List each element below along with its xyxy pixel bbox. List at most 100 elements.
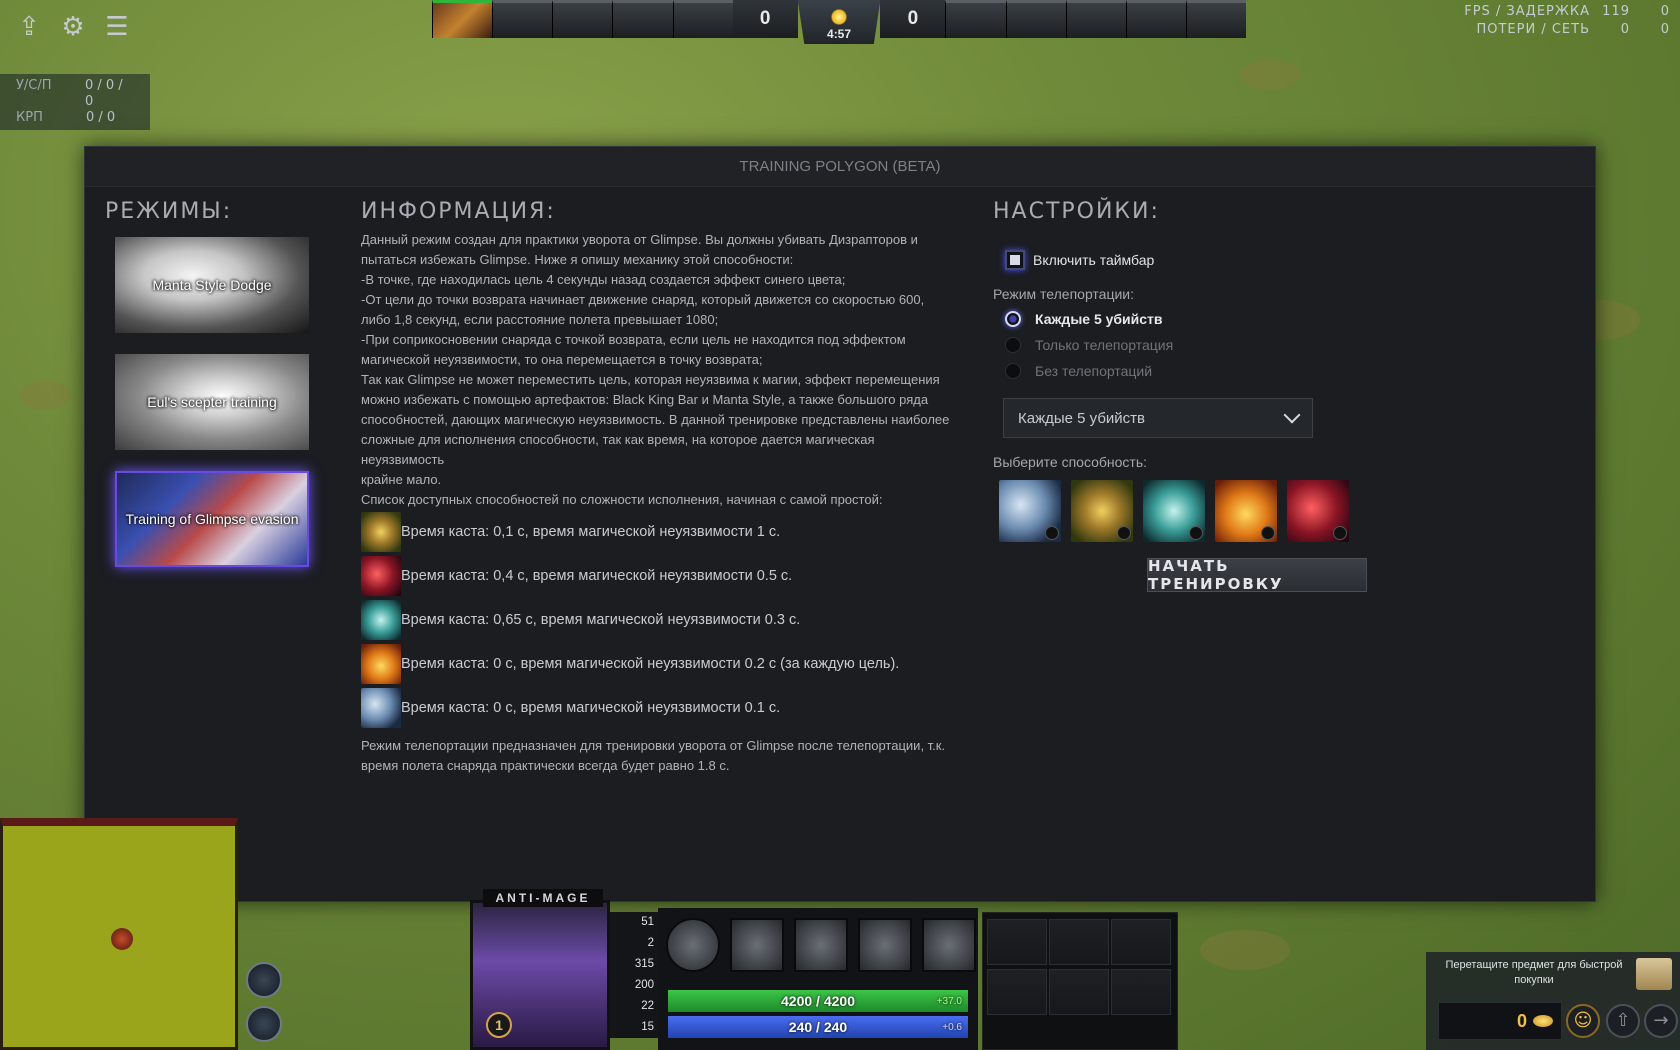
- bkb-icon: [361, 512, 401, 552]
- coin-icon: [1533, 1015, 1553, 1027]
- select-dot: [1261, 526, 1275, 540]
- radio-label: Без телепортаций: [1035, 363, 1153, 379]
- gear-icon[interactable]: ⚙: [58, 12, 88, 42]
- ability-row-text: Время каста: 0 с, время магической неуяз…: [401, 700, 781, 716]
- loss-label: ПОТЕРИ / СЕТЬ: [1476, 22, 1590, 37]
- inventory-slot[interactable]: [1049, 969, 1109, 1015]
- timebar-label: Включить таймбар: [1033, 252, 1155, 268]
- cs-value: 0 / 0: [86, 110, 116, 125]
- damage-stat: 51: [641, 916, 654, 928]
- ability-row: Время каста: 0,4 с, время магической неу…: [361, 554, 961, 598]
- menu-icon[interactable]: ☰: [102, 12, 132, 42]
- net-stats: FPS / ЗАДЕРЖКА 119 0 ПОТЕРИ / СЕТЬ 0 0: [1464, 3, 1670, 39]
- talent-tree-icon[interactable]: [666, 918, 720, 972]
- courier-icon[interactable]: ☺: [1566, 1004, 1600, 1038]
- select-dot: [1333, 526, 1347, 540]
- stash-upload-icon[interactable]: ⇧: [1606, 1004, 1640, 1038]
- hero-slot: [492, 0, 553, 38]
- inventory-slot[interactable]: [987, 919, 1047, 965]
- hero-marker-icon: [111, 928, 133, 950]
- glimpse-ability-icon[interactable]: [999, 480, 1061, 542]
- cs-label: КРП: [16, 110, 43, 125]
- timebar-checkbox[interactable]: Включить таймбар: [1005, 250, 1513, 270]
- hero-stats: 51 2 315 200 22 15: [610, 912, 658, 1038]
- bkb-ability-icon[interactable]: [1071, 480, 1133, 542]
- inventory-slot[interactable]: [1111, 969, 1171, 1015]
- ability-row-text: Время каста: 0,65 с, время магической не…: [401, 612, 801, 628]
- tower-icon[interactable]: [246, 1006, 282, 1042]
- inventory-slot[interactable]: [1111, 919, 1171, 965]
- gold-display[interactable]: 0: [1438, 1002, 1562, 1040]
- modes-section: РЕЖИМЫ:: [105, 199, 232, 224]
- kda-value: 0 / 0 / 0: [84, 78, 123, 109]
- minimap[interactable]: [0, 818, 238, 1050]
- hero-slot-antimage[interactable]: [432, 0, 493, 38]
- inventory-slot[interactable]: [1049, 919, 1109, 965]
- fist-ability-icon[interactable]: [1215, 480, 1277, 542]
- ability-row: Время каста: 0,1 с, время магической неу…: [361, 510, 961, 554]
- ability-row: Время каста: 0,65 с, время магической не…: [361, 598, 961, 642]
- radio-dot[interactable]: [1005, 363, 1021, 379]
- inventory: [982, 912, 1178, 1050]
- hero-slot: [672, 0, 733, 38]
- radio-label: Каждые 5 убийств: [1035, 311, 1163, 327]
- radio-teleport-only[interactable]: Только телепортация: [1005, 332, 1513, 358]
- radar-icon[interactable]: [246, 962, 282, 998]
- strength-stat: 200: [634, 979, 654, 991]
- game-clock: 4:57: [797, 0, 881, 44]
- select-dot: [1045, 526, 1059, 540]
- rider-icon: [361, 556, 401, 596]
- quick-buy-hint: Перетащите предмет для быстрой покупки: [1445, 959, 1623, 986]
- health-regen: +37.0: [936, 995, 962, 1007]
- mode-manta-style-dodge[interactable]: Manta Style Dodge: [115, 237, 309, 333]
- mode-label: Manta Style Dodge: [152, 277, 272, 293]
- kda-label: У/С/П: [16, 78, 52, 93]
- arrow-right-icon[interactable]: →: [1644, 1004, 1678, 1038]
- hero-level: 1: [486, 1012, 512, 1038]
- mode-label: Eul's scepter training: [147, 394, 277, 410]
- dropdown-value: Каждые 5 убийств: [1018, 409, 1146, 427]
- health-text: 4200 / 4200: [781, 993, 855, 1009]
- checkbox-box[interactable]: [1005, 250, 1025, 270]
- mode-euls-scepter[interactable]: Eul's scepter training: [115, 354, 309, 450]
- inventory-slot[interactable]: [987, 969, 1047, 1015]
- settings-section: НАСТРОЙКИ: Включить таймбар Режим телепо…: [993, 199, 1513, 593]
- upload-icon[interactable]: ⇪: [14, 12, 44, 42]
- training-panel: TRAINING POLYGON (BETA) РЕЖИМЫ: Manta St…: [84, 146, 1596, 902]
- hero-slot: [552, 0, 613, 38]
- glimpse-icon: [361, 688, 401, 728]
- ability-row-text: Время каста: 0 с, время магической неуяз…: [401, 656, 900, 672]
- radio-no-teleport[interactable]: Без телепортаций: [1005, 358, 1513, 384]
- top-left-toolbar: ⇪ ⚙ ☰: [14, 12, 132, 42]
- agility-stat: 22: [641, 1000, 654, 1012]
- kda-panel: У/С/П 0 / 0 / 0 КРП 0 / 0: [0, 74, 150, 130]
- scroll-icon[interactable]: [1636, 958, 1672, 990]
- loss-extra: 0: [1660, 22, 1670, 37]
- teleport-label: Режим телепортации:: [993, 286, 1135, 302]
- mana-break-icon[interactable]: [730, 918, 784, 972]
- mana-bar: 240 / 240 +0.6: [668, 1016, 968, 1038]
- hero-slot: [1125, 0, 1186, 38]
- gold-value: 0: [1516, 1010, 1527, 1031]
- start-training-button[interactable]: НАЧАТЬ ТРЕНИРОВКУ: [1147, 557, 1367, 593]
- manta-ability-icon[interactable]: [1143, 480, 1205, 542]
- fps-extra: 0: [1660, 4, 1670, 19]
- teleport-dropdown[interactable]: Каждые 5 убийств: [1003, 398, 1313, 438]
- speed-stat: 315: [634, 958, 654, 970]
- radiant-score: 0: [732, 0, 798, 38]
- mana-void-icon[interactable]: [922, 918, 976, 972]
- mana-regen: +0.6: [942, 1021, 962, 1033]
- sun-icon: [831, 9, 848, 25]
- intelligence-stat: 15: [641, 1021, 654, 1033]
- counterspell-icon[interactable]: [858, 918, 912, 972]
- ability-row: Время каста: 0 с, время магической неуяз…: [361, 686, 961, 730]
- ability-row-text: Время каста: 0,1 с, время магической неу…: [401, 524, 781, 540]
- ability-picker: [999, 480, 1513, 542]
- radio-every-5-kills[interactable]: Каждые 5 убийств: [1005, 306, 1513, 332]
- radio-dot[interactable]: [1005, 337, 1021, 353]
- radio-dot[interactable]: [1005, 311, 1021, 327]
- blink-icon[interactable]: [794, 918, 848, 972]
- ability-row: Время каста: 0 с, время магической неуяз…: [361, 642, 961, 686]
- rider-ability-icon[interactable]: [1287, 480, 1349, 542]
- mode-glimpse-evasion[interactable]: Training of Glimpse evasion: [115, 471, 309, 567]
